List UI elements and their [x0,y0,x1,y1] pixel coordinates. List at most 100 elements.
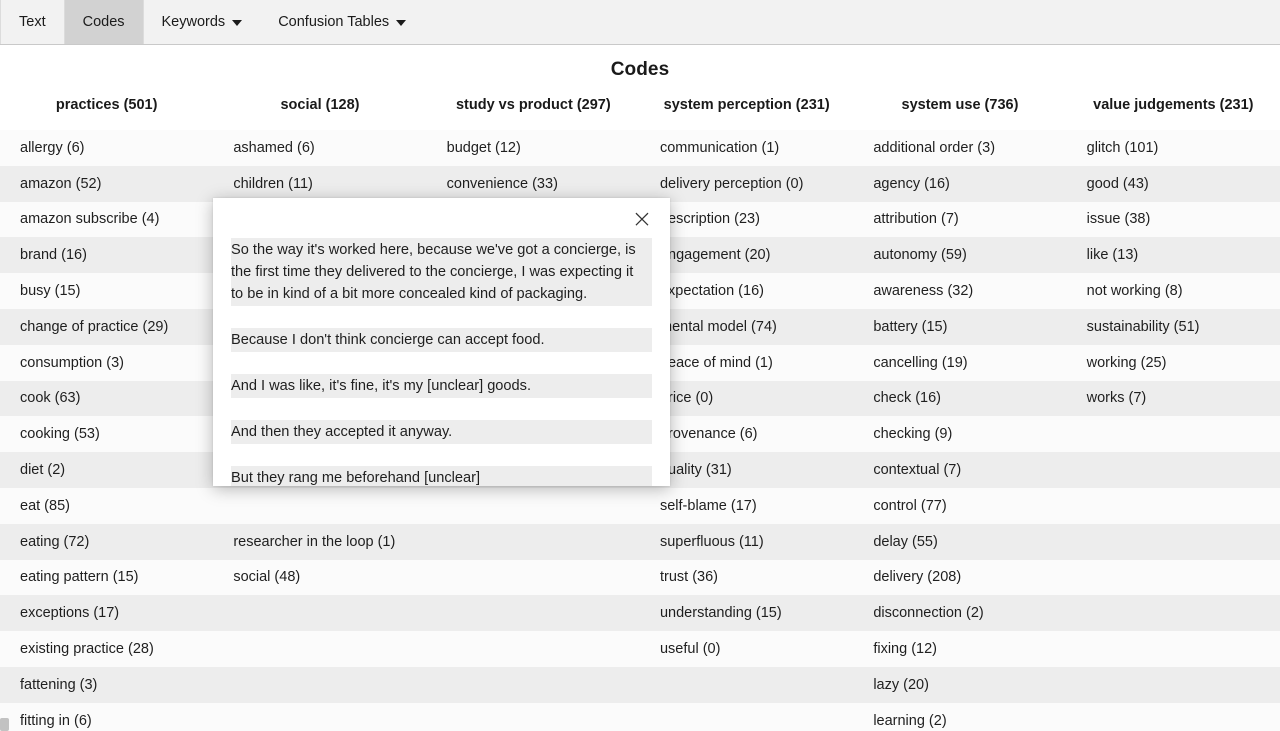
code-row[interactable]: provenance (6) [639,416,854,453]
quote-list[interactable]: So the way it's worked here, because we'… [213,238,670,486]
code-row[interactable]: delivery (208) [853,559,1067,596]
chevron-down-icon [232,20,243,26]
code-row[interactable]: convenience (33) [426,165,640,202]
code-row[interactable]: social (48) [213,559,427,596]
code-row[interactable]: agency (16) [853,165,1067,202]
code-row[interactable]: description (23) [639,201,854,238]
nav-tab-text[interactable]: Text [0,0,65,44]
code-label: sustainability (51) [1086,318,1200,335]
code-row[interactable]: contextual (7) [853,452,1067,488]
code-row[interactable]: cancelling (19) [853,344,1067,381]
code-row[interactable]: consumption (3) [0,344,214,381]
code-row[interactable]: mental model (74) [639,308,854,345]
code-row-empty [426,595,640,632]
code-label: learning (2) [873,712,947,729]
code-label: battery (15) [873,318,948,335]
code-label: checking (9) [873,426,953,443]
code-row[interactable]: children (11) [213,165,427,202]
code-row[interactable]: additional order (3) [853,130,1067,166]
code-row[interactable]: checking (9) [853,416,1067,453]
code-label: description (23) [659,211,760,228]
code-row[interactable]: expectation (16) [639,273,854,309]
quote-item: And then they accepted it anyway. [231,420,652,444]
code-row[interactable]: control (77) [853,487,1067,524]
code-label: allergy (6) [20,139,85,156]
code-label: control (77) [873,497,947,514]
code-row[interactable]: amazon (52) [0,165,214,202]
code-row[interactable]: issue (38) [1066,201,1280,238]
code-row[interactable]: busy (15) [0,273,214,309]
code-row[interactable]: works (7) [1066,380,1280,417]
code-row[interactable]: cook (63) [0,380,214,417]
code-row[interactable]: delay (55) [853,523,1067,560]
code-row[interactable]: superfluous (11) [639,523,854,560]
code-row[interactable]: delivery perception (0) [639,165,854,202]
code-row[interactable]: existing practice (28) [0,631,214,667]
code-row[interactable]: self-blame (17) [639,487,854,524]
code-row[interactable]: trust (36) [639,559,854,596]
code-row[interactable]: allergy (6) [0,130,214,166]
code-label: check (16) [873,390,942,407]
code-row[interactable]: amazon subscribe (4) [0,201,214,238]
code-label: existing practice (28) [20,641,154,658]
code-row-empty [426,631,640,667]
horizontal-scrollbar-thumb[interactable] [0,718,9,731]
code-row[interactable]: learning (2) [853,702,1067,731]
code-row-empty [1066,702,1280,731]
code-row[interactable]: change of practice (29) [0,308,214,345]
code-label: social (48) [233,569,301,586]
code-row[interactable]: attribution (7) [853,201,1067,238]
code-row[interactable]: price (0) [639,380,854,417]
code-row[interactable]: diet (2) [0,452,214,488]
code-row[interactable]: glitch (101) [1066,130,1280,166]
nav-tab-label: Keywords [161,14,226,30]
code-row[interactable]: quality (31) [639,452,854,488]
code-row[interactable]: lazy (20) [853,666,1067,703]
code-row[interactable]: ashamed (6) [213,130,427,166]
code-label: good (43) [1086,175,1149,192]
close-icon[interactable]: × [628,204,656,232]
nav-tab-confusion-tables[interactable]: Confusion Tables [260,0,424,44]
code-label: change of practice (29) [20,318,169,335]
code-row[interactable]: researcher in the loop (1) [213,523,427,560]
code-label: consumption (3) [20,354,124,371]
code-row[interactable]: communication (1) [639,130,854,166]
code-label: delivery (208) [873,569,962,586]
code-row-empty [426,487,640,524]
code-label: brand (16) [20,247,87,264]
code-row[interactable]: good (43) [1066,165,1280,202]
nav-tab-codes[interactable]: Codes [64,0,144,44]
code-row[interactable]: battery (15) [853,308,1067,345]
code-row[interactable]: not working (8) [1066,273,1280,309]
code-label: awareness (32) [873,283,974,300]
code-row[interactable]: engagement (20) [639,237,854,274]
code-row[interactable]: peace of mind (1) [639,344,854,381]
code-row[interactable]: exceptions (17) [0,595,214,632]
code-row[interactable]: autonomy (59) [853,237,1067,274]
code-label: budget (12) [446,139,521,156]
code-row[interactable]: like (13) [1066,237,1280,274]
code-row[interactable]: eating pattern (15) [0,559,214,596]
code-label: additional order (3) [873,139,996,156]
code-row[interactable]: disconnection (2) [853,595,1067,632]
code-label: diet (2) [20,462,66,479]
code-row[interactable]: budget (12) [426,130,640,166]
code-row[interactable]: check (16) [853,380,1067,417]
code-row[interactable]: eat (85) [0,487,214,524]
code-row[interactable]: brand (16) [0,237,214,274]
code-row[interactable]: awareness (32) [853,273,1067,309]
code-row[interactable]: fixing (12) [853,631,1067,667]
code-label: fattening (3) [20,676,98,693]
code-column: system perception (231) communication (1)… [639,91,854,731]
code-row[interactable]: fitting in (6) [0,702,214,731]
code-row-empty [1066,559,1280,596]
code-row[interactable]: working (25) [1066,344,1280,381]
code-row[interactable]: sustainability (51) [1066,308,1280,345]
code-label: glitch (101) [1086,139,1159,156]
code-row[interactable]: cooking (53) [0,416,214,453]
code-row[interactable]: understanding (15) [639,595,854,632]
code-row[interactable]: fattening (3) [0,666,214,703]
nav-tab-keywords[interactable]: Keywords [144,0,261,44]
code-row[interactable]: useful (0) [639,631,854,667]
code-row[interactable]: eating (72) [0,523,214,560]
